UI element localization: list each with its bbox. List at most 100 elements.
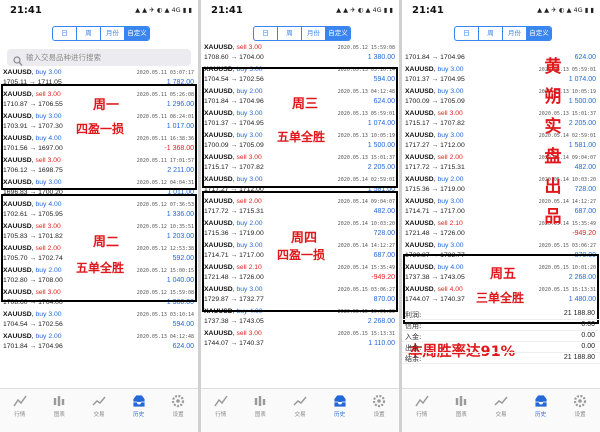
- trade-profit: 687.00: [574, 208, 596, 215]
- trade-row[interactable]: XAUUSD, buy 3.00 2020.05.13 05:59:01 1701.…: [402, 65, 600, 87]
- period-segmented-control: 日周月份 自定义: [454, 26, 552, 41]
- tab-0[interactable]: 行情: [402, 389, 442, 432]
- tab-0[interactable]: 行情: [0, 389, 40, 432]
- trade-row[interactable]: 1701.84 → 1704.96 624.00: [402, 43, 600, 65]
- tab-label: 图表: [53, 412, 65, 418]
- phone-screen-1: 21:41 ▲ ▲ ✈ ◐ ▲ 4G ▮ ▮ 日周月份 自定义 输入交易品种进行搜索 XA…: [0, 0, 198, 432]
- trade-icon: [293, 396, 307, 406]
- tab-1[interactable]: 图表: [442, 389, 482, 432]
- segment-2[interactable]: 月份: [503, 27, 527, 40]
- segment-1[interactable]: 周: [77, 27, 101, 40]
- trade-symbol: XAUUSD: [3, 311, 32, 318]
- open-price: 1700.09: [405, 98, 430, 105]
- segment-2[interactable]: 月份: [302, 27, 326, 40]
- segment-1[interactable]: 周: [278, 27, 302, 40]
- search-input[interactable]: 输入交易品种进行搜索: [7, 49, 191, 66]
- trade-side: buy: [437, 88, 449, 95]
- trade-symbol: XAUUSD: [405, 176, 434, 183]
- chart-icon: [54, 396, 65, 406]
- tab-0[interactable]: 行情: [201, 389, 241, 432]
- history-icon: [333, 394, 346, 408]
- trade-symbol: XAUUSD: [204, 330, 233, 337]
- trade-row[interactable]: XAUUSD, sell 3.00 2020.05.15 15:13:31 1744…: [201, 329, 399, 351]
- bottom-tab-bar: 行情 图表 交易 历史 设置: [201, 388, 399, 432]
- tab-3[interactable]: 历史: [320, 389, 360, 432]
- tab-1[interactable]: 图表: [241, 389, 281, 432]
- tab-2[interactable]: 交易: [280, 389, 320, 432]
- open-price: 1737.38: [204, 318, 229, 325]
- trade-lot: 3.00: [449, 110, 463, 117]
- trade-row[interactable]: XAUUSD, buy 2.00 2020.05.14 10:03:20 1715.…: [402, 175, 600, 197]
- phone-screen-2: 21:41 ▲ ▲ ✈ ◐ ▲ 4G ▮ ▮ 日周月份 自定义 XAUUSD, sell…: [201, 0, 399, 432]
- segment-3[interactable]: 自定义: [326, 27, 350, 40]
- summary-key: 利润:: [405, 311, 422, 319]
- summary-value: 21 188.80: [563, 310, 595, 317]
- trade-title: XAUUSD, buy 3.00: [405, 242, 464, 249]
- group-highlight-box: [202, 67, 398, 188]
- tab-label: 交易: [93, 412, 105, 418]
- close-price: 1707.82: [440, 120, 465, 127]
- tab-label: 图表: [254, 412, 266, 418]
- segment-3[interactable]: 自定义: [527, 27, 551, 40]
- tab-4[interactable]: 设置: [560, 389, 600, 432]
- segment-1[interactable]: 周: [479, 27, 503, 40]
- trade-profit: 2 205.00: [568, 120, 596, 127]
- trade-row[interactable]: XAUUSD, buy 2.00 2020.05.13 04:12:48 1701.…: [0, 332, 198, 354]
- trade-side: buy: [437, 242, 449, 249]
- status-icons: ▲ ▲ ✈ ◐ ▲ 4G ▮ ▮: [537, 6, 594, 14]
- trade-lot: 2.00: [449, 154, 463, 161]
- summary-row: 入金: 0.00: [402, 331, 600, 342]
- trade-title: XAUUSD, buy 3.00: [3, 69, 62, 76]
- trade-prices: 1701.84 → 1704.96: [405, 54, 465, 61]
- summary-value: 0.00: [581, 343, 595, 350]
- trade-side: sell: [236, 44, 247, 51]
- tab-2[interactable]: 交易: [481, 389, 521, 432]
- tab-label: 设置: [373, 412, 385, 418]
- tab-1[interactable]: 图表: [40, 389, 80, 432]
- tab-2[interactable]: 交易: [79, 389, 119, 432]
- trade-prices: 1717.27 → 1712.00: [405, 142, 465, 149]
- trade-prices: 1744.07 → 1740.37: [204, 340, 264, 347]
- trade-title: XAUUSD, sell 2.10: [405, 220, 463, 227]
- open-price: 1704.54: [3, 321, 28, 328]
- trade-lot: 3.00: [248, 44, 262, 51]
- tab-4[interactable]: 设置: [359, 389, 399, 432]
- close-price: 1702.56: [38, 321, 63, 328]
- trade-side: buy: [437, 66, 449, 73]
- tab-label: 设置: [574, 412, 586, 418]
- trade-row[interactable]: XAUUSD, buy 3.00 2020.05.14 02:59:01 1717.…: [402, 131, 600, 153]
- segment-0[interactable]: 日: [53, 27, 77, 40]
- trade-title: XAUUSD, buy 3.00: [405, 132, 464, 139]
- trade-row[interactable]: XAUUSD, buy 3.00 2020.05.13 03:10:14 1704.…: [0, 310, 198, 332]
- segment-3[interactable]: 自定义: [125, 27, 149, 40]
- history-icon: [534, 394, 547, 408]
- trade-row[interactable]: XAUUSD, sell 2.00 2020.05.14 09:04:07 1717…: [402, 153, 600, 175]
- open-price: 1715.36: [405, 186, 430, 193]
- status-time: 21:41: [10, 5, 42, 16]
- tab-3[interactable]: 历史: [119, 389, 159, 432]
- trade-close-time: 2020.05.13 04:12:48: [136, 334, 194, 340]
- annotation-label: 周三: [292, 97, 319, 112]
- trade-close-time: 2020.05.13 03:10:14: [136, 312, 194, 318]
- trade-row[interactable]: XAUUSD, buy 3.00 2020.05.13 10:05:19 1700.…: [402, 87, 600, 109]
- segment-0[interactable]: 日: [455, 27, 479, 40]
- trade-lot: 2.00: [450, 176, 464, 183]
- trade-row[interactable]: XAUUSD, buy 3.00 2020.05.14 14:12:27 1714.…: [402, 197, 600, 219]
- trade-row[interactable]: XAUUSD, sell 3.00 2020.05.13 15:01:37 1715…: [402, 109, 600, 131]
- segment-0[interactable]: 日: [254, 27, 278, 40]
- summary-row: 利润: 21 188.80: [402, 309, 600, 320]
- annotation-label: 五单全胜: [277, 130, 326, 144]
- tab-label: 交易: [294, 412, 306, 418]
- trade-profit: -949.20: [572, 230, 596, 237]
- tab-3[interactable]: 历史: [521, 389, 561, 432]
- segment-2[interactable]: 月份: [101, 27, 125, 40]
- trade-row[interactable]: XAUUSD, sell 2.10 2020.05.14 15:35:49 1721…: [402, 219, 600, 241]
- annotation-label: 周二: [93, 235, 120, 250]
- tab-4[interactable]: 设置: [158, 389, 198, 432]
- trade-row[interactable]: XAUUSD, sell 3.00 2020.05.12 15:59:08 1708…: [201, 43, 399, 65]
- summary-row: 信用: 0.00: [402, 320, 600, 331]
- phone-screen-3: 21:41 ▲ ▲ ✈ ◐ ▲ 4G ▮ ▮ 日周月份 自定义 1701.84 → 17…: [402, 0, 600, 432]
- trade-close-time: 2020.05.12 15:59:08: [337, 45, 395, 51]
- trade-lot: 3.00: [248, 330, 262, 337]
- trade-symbol: XAUUSD: [405, 220, 434, 227]
